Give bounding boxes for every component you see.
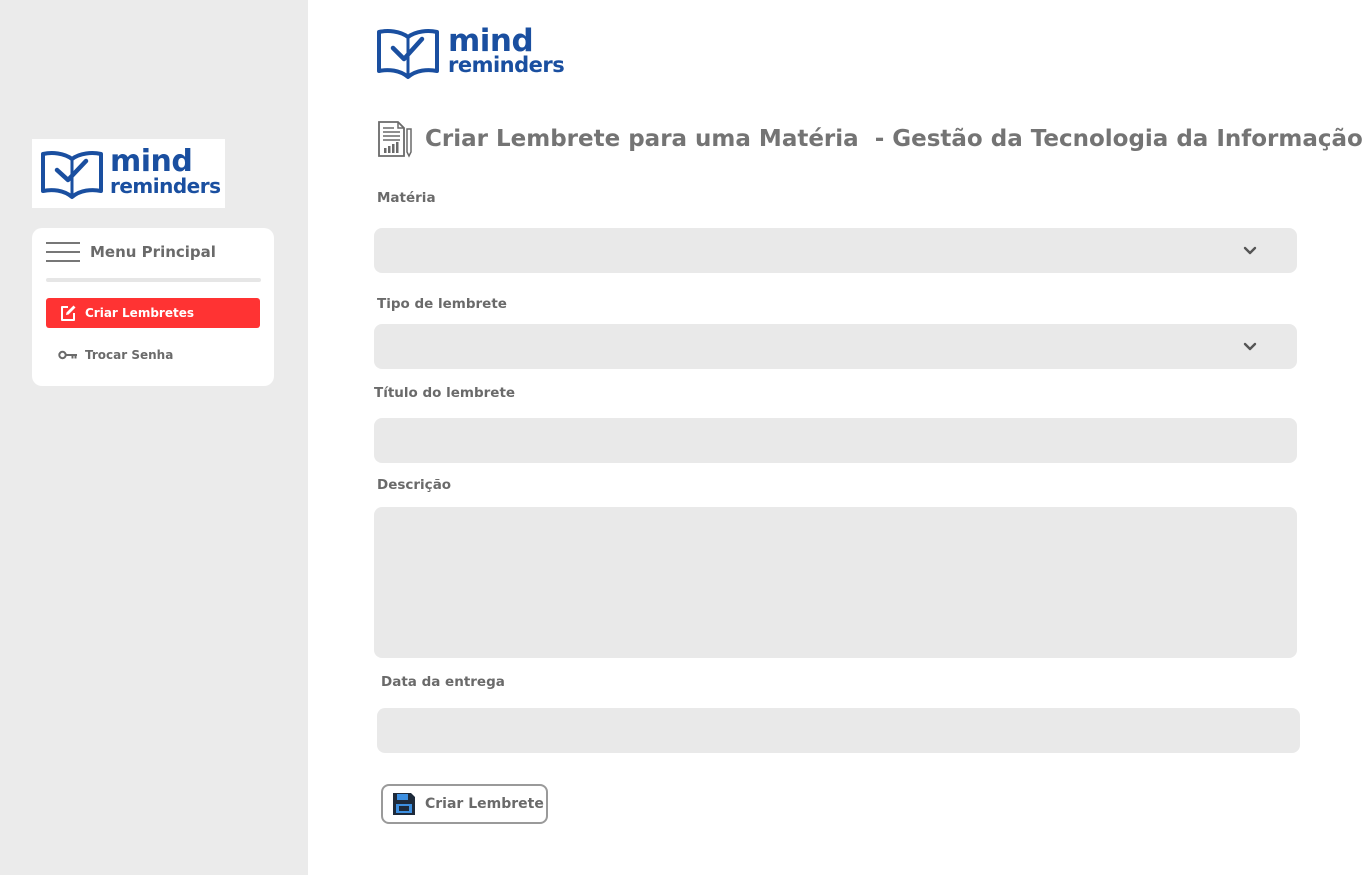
data-entrega-input[interactable] <box>377 708 1300 753</box>
data-entrega-label: Data da entrega <box>381 674 505 690</box>
menu-item-criar-lembretes[interactable]: Criar Lembretes <box>46 298 260 328</box>
logo-text-reminders: reminders <box>448 53 565 77</box>
titulo-label: Título do lembrete <box>374 385 516 401</box>
menu-item-label: Trocar Senha <box>85 348 174 362</box>
page-header: Criar Lembrete para uma Matéria - Gestão… <box>376 120 1363 158</box>
logo-text-reminders: reminders <box>110 174 221 198</box>
edit-icon <box>58 304 78 322</box>
criar-lembrete-button[interactable]: Criar Lembrete <box>381 784 548 824</box>
report-document-icon <box>376 120 414 158</box>
menu-item-label: Criar Lembretes <box>85 306 194 320</box>
key-icon <box>58 346 78 364</box>
page-title: Criar Lembrete para uma Matéria - Gestão… <box>425 126 1363 152</box>
titulo-input[interactable] <box>374 418 1297 463</box>
sidebar: mind reminders Menu Principal Criar Lemb… <box>0 0 308 875</box>
materia-select[interactable] <box>374 228 1297 273</box>
menu-item-trocar-senha[interactable]: Trocar Senha <box>46 340 260 370</box>
chevron-down-icon <box>1243 246 1257 254</box>
descricao-textarea[interactable] <box>374 507 1297 658</box>
main-menu: Menu Principal Criar Lembretes Trocar Se… <box>32 228 274 386</box>
menu-divider <box>46 278 261 282</box>
save-icon <box>392 792 416 816</box>
tipo-label: Tipo de lembrete <box>377 296 507 312</box>
criar-lembrete-label: Criar Lembrete <box>425 796 544 812</box>
book-check-logo-icon <box>40 147 104 201</box>
chevron-down-icon <box>1243 342 1257 350</box>
descricao-label: Descrição <box>377 477 452 493</box>
hamburger-menu-icon[interactable] <box>46 242 80 262</box>
menu-title: Menu Principal <box>90 243 216 261</box>
sidebar-logo: mind reminders <box>32 139 225 208</box>
materia-label: Matéria <box>377 190 436 206</box>
book-check-logo-icon <box>376 24 440 82</box>
tipo-select[interactable] <box>374 324 1297 369</box>
logo-text-mind: mind <box>110 144 193 179</box>
